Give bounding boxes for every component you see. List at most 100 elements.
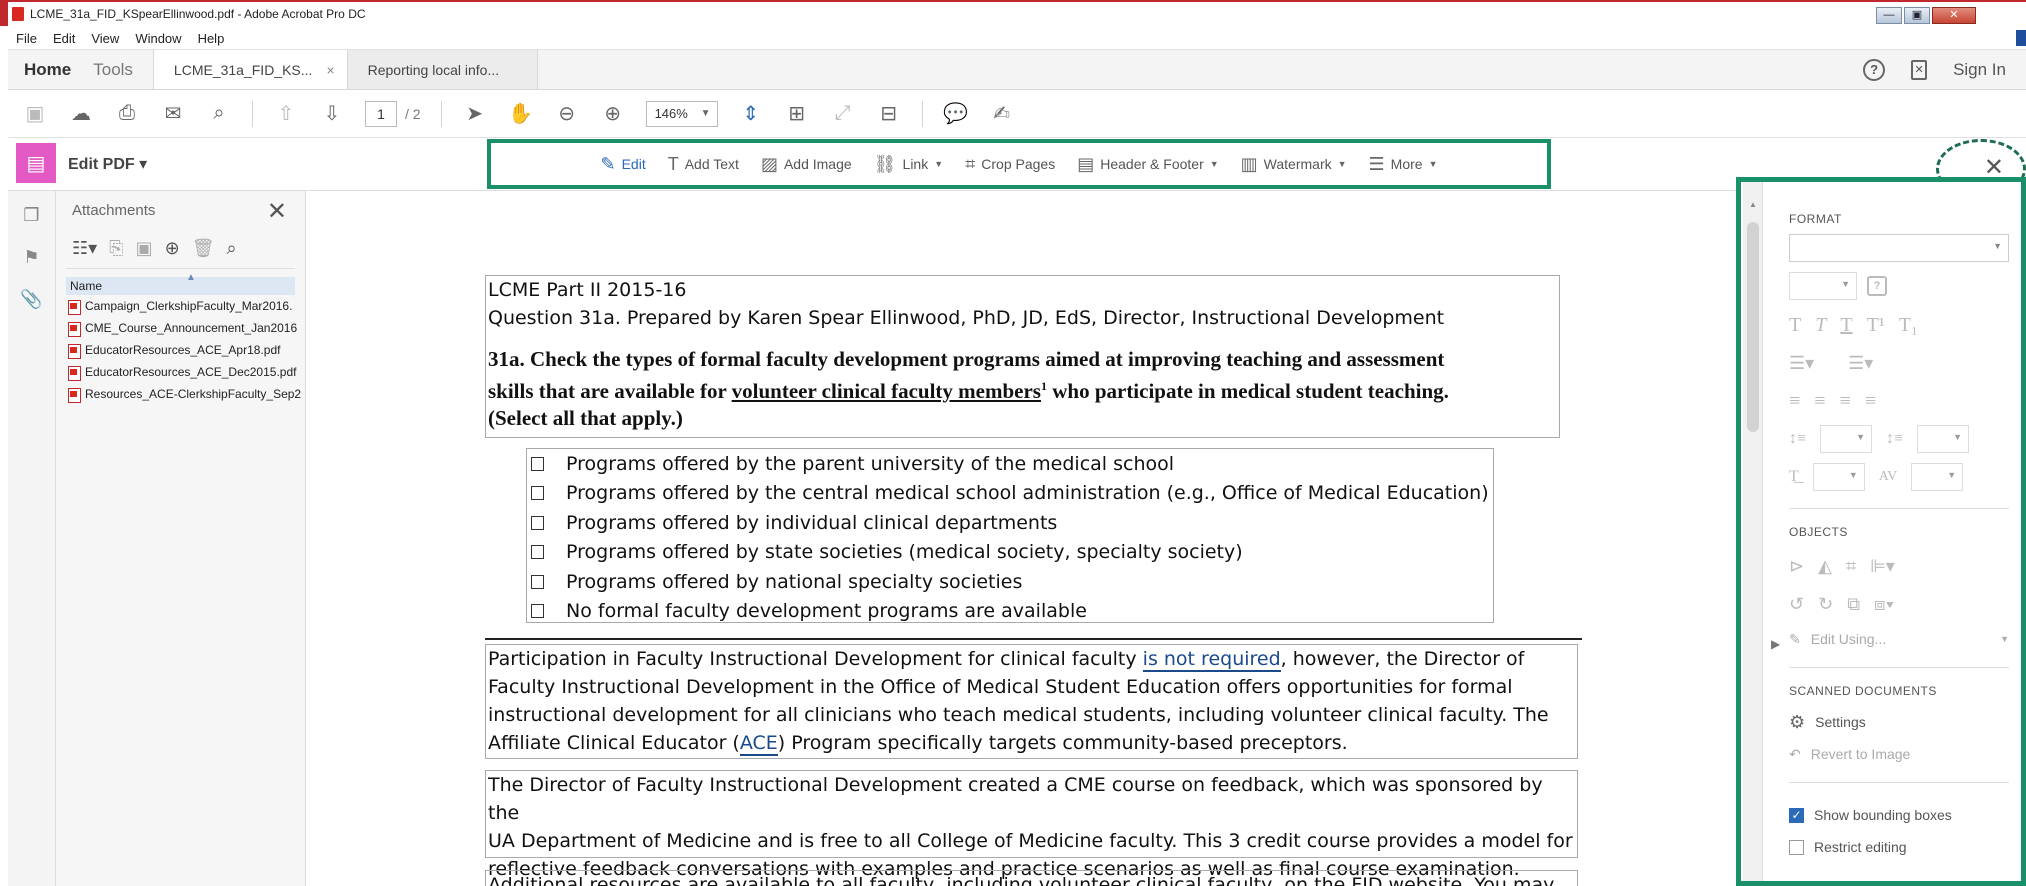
edit-using-dropdown[interactable]: ✎ Edit Using... ▼ — [1789, 623, 2009, 655]
show-bounding-checkbox[interactable]: ✓ — [1789, 807, 1804, 823]
bullet-list-icon[interactable]: ☰▾ — [1789, 353, 1814, 374]
search-attachment-icon[interactable]: ⌕ — [227, 238, 237, 259]
read-mode-icon[interactable]: ⊟ — [876, 101, 902, 127]
scrollbar-thumb[interactable] — [1747, 222, 1759, 432]
options-menu-icon[interactable]: ☷▾ — [72, 238, 97, 259]
hand-tool-icon[interactable]: ✋ — [508, 101, 534, 127]
tab-document-reporting[interactable]: Reporting local info... — [347, 50, 538, 89]
page-down-icon[interactable]: ⇩ — [319, 101, 345, 127]
rotate-left-icon[interactable]: ↺ — [1789, 594, 1804, 615]
font-family-select[interactable]: ▼ — [1789, 234, 2009, 262]
scroll-mode-icon[interactable]: ⇕ — [738, 101, 764, 127]
crop-image-icon[interactable]: ⌗ — [1846, 556, 1856, 577]
group-icon[interactable]: ⧈▾ — [1874, 594, 1894, 615]
rotate-right-icon[interactable]: ↻ — [1818, 594, 1833, 615]
subscript-icon[interactable]: T₁ — [1899, 314, 1918, 337]
edit-button[interactable]: ✎ Edit — [600, 154, 645, 175]
show-bounding-boxes-option[interactable]: ✓ Show bounding boxes — [1789, 799, 2009, 831]
full-screen-icon[interactable]: ⤢ — [830, 101, 856, 127]
menu-window[interactable]: Window — [135, 31, 181, 46]
align-center-icon[interactable]: ≡ — [1814, 390, 1825, 413]
checkbox-icon[interactable] — [531, 604, 544, 619]
checkbox-icon[interactable] — [531, 456, 544, 471]
underline-t-icon[interactable]: T — [1840, 314, 1852, 337]
collapse-right-panel-icon[interactable]: ▶ — [1771, 637, 1780, 651]
bookmark-icon[interactable]: ⚑ — [20, 247, 44, 271]
font-help-icon[interactable]: ? — [1867, 276, 1887, 296]
mobile-link-icon[interactable]: ✕ — [1911, 59, 1928, 80]
paragraph-2-box[interactable]: The Director of Faculty Instructional De… — [485, 770, 1578, 880]
crop-pages-button[interactable]: ⌗ Crop Pages — [965, 154, 1055, 175]
paragraph-3-box[interactable]: Additional resources are available to al… — [485, 870, 1578, 886]
close-icon[interactable]: ✕ — [267, 197, 287, 226]
character-spacing-select[interactable]: ▼ — [1911, 463, 1964, 491]
tab-close-icon[interactable]: × — [326, 62, 334, 89]
settings-button[interactable]: ⚙ Settings — [1789, 706, 2009, 738]
restrict-editing-option[interactable]: Restrict editing — [1789, 831, 2009, 863]
attachment-paperclip-icon[interactable]: 📎 — [20, 289, 44, 313]
page-number-input[interactable]: 1 — [365, 100, 397, 127]
panel-scrollbar[interactable]: ▲ — [1743, 182, 1763, 881]
restrict-editing-checkbox[interactable] — [1789, 839, 1804, 855]
tab-home[interactable]: Home — [8, 50, 87, 89]
paragraph-spacing-icon[interactable]: ↕≡ — [1886, 430, 1903, 448]
character-spacing-icon[interactable]: AV — [1879, 469, 1897, 485]
page-up-icon[interactable]: ⇧ — [273, 101, 299, 127]
paragraph-1-box[interactable]: Participation in Faculty Instructional D… — [485, 644, 1578, 759]
checkbox-icon[interactable] — [531, 486, 544, 501]
column-header-name[interactable]: Name ▲ — [66, 272, 295, 295]
options-text-box[interactable]: Programs offered by the parent universit… — [526, 448, 1494, 623]
zoom-select[interactable]: 146% ▼ — [645, 100, 718, 127]
line-spacing-icon[interactable]: ↕≡ — [1789, 430, 1806, 448]
menu-file[interactable]: File — [16, 31, 37, 46]
flip-horizontal-icon[interactable]: ◭ — [1818, 556, 1832, 577]
tab-tools[interactable]: Tools — [87, 50, 154, 89]
superscript-icon[interactable]: T¹ — [1867, 314, 1885, 337]
justify-icon[interactable]: ≡ — [1865, 390, 1876, 413]
email-icon[interactable]: ✉ — [160, 101, 186, 127]
tab-document-active[interactable]: LCME_31a_FID_KS... × — [153, 50, 348, 89]
sign-in-link[interactable]: Sign In — [1953, 60, 2006, 80]
link-ace[interactable]: ACE — [739, 732, 778, 756]
edit-pdf-title[interactable]: Edit PDF ▾ — [68, 154, 147, 174]
flip-vertical-icon[interactable]: ⊳ — [1789, 556, 1804, 577]
list-item[interactable]: Campaign_ClerkshipFaculty_Mar2016. — [56, 295, 305, 317]
fit-page-icon[interactable]: ⊞ — [784, 101, 810, 127]
menu-edit[interactable]: Edit — [53, 31, 75, 46]
list-item[interactable]: EducatorResources_ACE_Apr18.pdf — [56, 339, 305, 361]
highlight-pen-icon[interactable]: ✍ — [989, 101, 1015, 127]
zoom-in-icon[interactable]: ⊕ — [600, 101, 626, 127]
edit-pdf-tool-icon[interactable]: ▤ — [16, 143, 56, 183]
more-button[interactable]: ☰ More ▼ — [1369, 154, 1438, 175]
replace-image-icon[interactable]: ⧉ — [1847, 594, 1860, 615]
list-item[interactable]: Resources_ACE-ClerkshipFaculty_Sep2 — [56, 383, 305, 405]
arrange-icon[interactable]: ⊫▾ — [1870, 556, 1895, 577]
save-icon[interactable]: ▣ — [22, 101, 48, 127]
page-thumbnails-icon[interactable]: ❐ — [20, 205, 44, 229]
maximize-button[interactable]: ▣ — [1904, 7, 1930, 24]
align-right-icon[interactable]: ≡ — [1840, 390, 1851, 413]
menu-help[interactable]: Help — [198, 31, 225, 46]
search-icon[interactable]: ⌕ — [206, 101, 232, 127]
print-icon[interactable]: ⎙ — [114, 101, 140, 127]
paragraph-spacing-select[interactable]: ▼ — [1917, 425, 1970, 453]
open-attachment-icon[interactable]: ⎘ — [109, 238, 123, 259]
window-close-button[interactable]: ✕ — [1932, 7, 1976, 24]
bold-t-icon[interactable]: T — [1789, 314, 1801, 337]
menu-view[interactable]: View — [91, 31, 119, 46]
add-attachment-icon[interactable]: ⊕ — [165, 238, 180, 259]
horizontal-scale-select[interactable]: ▼ — [1812, 463, 1865, 491]
watermark-button[interactable]: ▥ Watermark ▼ — [1241, 154, 1347, 175]
add-text-button[interactable]: T Add Text — [668, 154, 739, 175]
numbered-list-icon[interactable]: ☰▾ — [1848, 353, 1873, 374]
list-item[interactable]: CME_Course_Announcement_Jan2016 — [56, 317, 305, 339]
comment-icon[interactable]: 💬 — [943, 101, 969, 127]
select-cursor-icon[interactable]: ➤ — [462, 101, 488, 127]
link-button[interactable]: ⛓ Link ▼ — [874, 154, 943, 175]
checkbox-icon[interactable] — [531, 545, 544, 560]
list-item[interactable]: EducatorResources_ACE_Dec2015.pdf — [56, 361, 305, 383]
header-text-box[interactable]: LCME Part II 2015-16 Question 31a. Prepa… — [485, 275, 1560, 438]
revert-to-image-button[interactable]: ↶ Revert to Image — [1789, 738, 2009, 770]
scroll-up-icon[interactable]: ▲ — [1749, 200, 1757, 209]
minimize-button[interactable]: — — [1876, 7, 1902, 24]
